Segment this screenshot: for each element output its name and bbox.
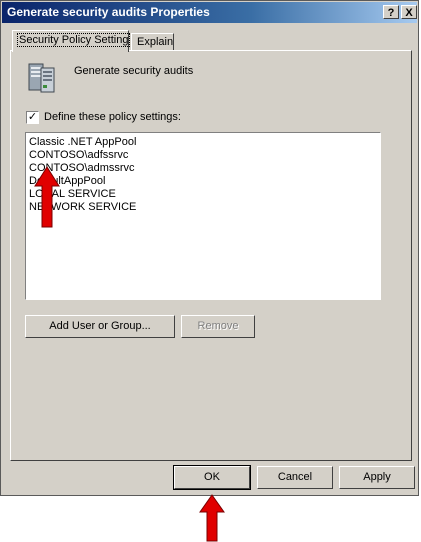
cancel-button[interactable]: Cancel [257, 466, 333, 489]
close-button[interactable]: X [401, 5, 417, 19]
apply-button[interactable]: Apply [339, 466, 415, 489]
policy-name: Generate security audits [74, 65, 194, 77]
accounts-listbox[interactable]: Classic .NET AppPool CONTOSO\adfssrvc CO… [25, 132, 381, 300]
window-title: Generate security audits Properties [7, 5, 210, 19]
list-item[interactable]: LOCAL SERVICE [29, 188, 377, 201]
help-button[interactable]: ? [383, 5, 399, 19]
list-item[interactable]: NETWORK SERVICE [29, 201, 377, 214]
list-item[interactable]: DefaultAppPool [29, 175, 377, 188]
properties-dialog: Generate security audits Properties ? X … [0, 0, 419, 496]
ok-button[interactable]: OK [173, 465, 251, 490]
red-up-arrow-icon [199, 494, 225, 542]
remove-button[interactable]: Remove [181, 315, 255, 338]
red-up-arrow-icon [34, 166, 60, 228]
server-policy-icon [28, 63, 55, 93]
tab-explain[interactable]: Explain [131, 33, 174, 51]
title-bar[interactable]: Generate security audits Properties ? X [2, 2, 417, 23]
list-item[interactable]: Classic .NET AppPool [29, 136, 377, 149]
tab-security-policy-setting[interactable]: Security Policy Setting [12, 30, 131, 52]
list-item[interactable]: CONTOSO\admssrvc [29, 162, 377, 175]
define-settings-label[interactable]: Define these policy settings: [44, 111, 181, 123]
tab-label: Security Policy Setting [16, 33, 131, 47]
tab-label: Explain [137, 36, 174, 48]
list-item[interactable]: CONTOSO\adfssrvc [29, 149, 377, 162]
define-settings-checkbox[interactable]: ✓ [26, 111, 39, 124]
add-user-or-group-button[interactable]: Add User or Group... [25, 315, 175, 338]
